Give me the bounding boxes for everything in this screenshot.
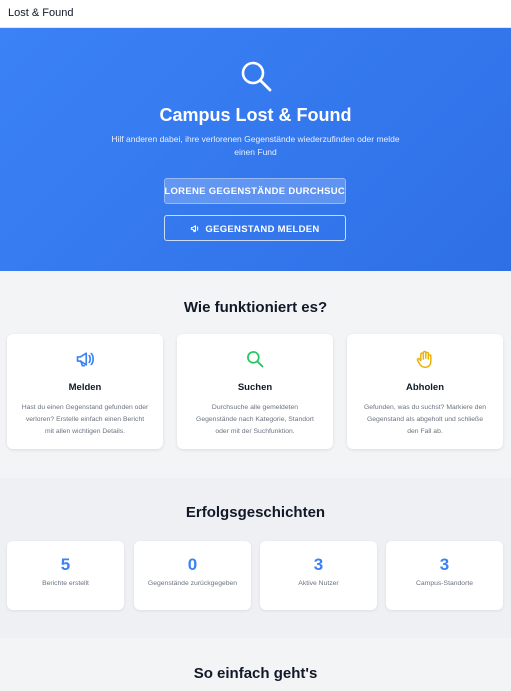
stat-card: 5 Berichte erstellt	[7, 541, 124, 610]
search-icon	[241, 61, 272, 92]
step-description: Gefunden, was du suchst? Markiere den Ge…	[363, 404, 487, 435]
stat-label: Gegenstände zurückgegeben	[147, 580, 238, 587]
hero-section: Campus Lost & Found Hilf anderen dabei, …	[0, 28, 511, 271]
step-card-pickup: Abholen Gefunden, was du suchst? Markier…	[347, 334, 503, 449]
step-card-search: Suchen Durchsuche alle gemeldeten Gegens…	[177, 334, 333, 449]
stat-value: 5	[60, 555, 71, 574]
search-icon	[247, 351, 264, 368]
report-item-button[interactable]: GEGENSTAND MELDEN	[164, 215, 346, 241]
app-brand[interactable]: Lost & Found	[8, 7, 73, 19]
stat-card: 3 Aktive Nutzer	[260, 541, 377, 610]
stat-value: 0	[187, 555, 198, 574]
step-card-report: Melden Hast du einen Gegenstand gefunden…	[7, 334, 163, 449]
top-bar: Lost & Found	[0, 0, 511, 28]
hero-subtitle: Hilf anderen dabei, ihre verlorenen Gege…	[111, 134, 400, 157]
how-it-works-title: Wie funktioniert es?	[183, 299, 328, 316]
success-title: Erfolgsgeschichten	[185, 504, 326, 521]
easy-title: So einfach geht's	[193, 665, 318, 682]
hand-icon	[416, 350, 432, 369]
hero-title: Campus Lost & Found	[159, 105, 352, 125]
report-item-label: GEGENSTAND MELDEN	[205, 224, 320, 235]
step-title: Abholen	[406, 382, 444, 393]
browse-lost-items-label: VERLORENE GEGENSTÄNDE DURCHSUCHEN	[164, 186, 346, 197]
megaphone-icon	[191, 225, 199, 233]
step-title: Melden	[68, 382, 102, 393]
stat-label: Campus-Standorte	[415, 580, 474, 587]
step-title: Suchen	[237, 382, 273, 393]
step-description: Hast du einen Gegenstand gefunden oder v…	[21, 404, 149, 435]
stat-card: 0 Gegenstände zurückgegeben	[134, 541, 251, 610]
browse-lost-items-button[interactable]: VERLORENE GEGENSTÄNDE DURCHSUCHEN	[164, 178, 346, 204]
stat-value: 3	[439, 555, 450, 574]
stat-card: 3 Campus-Standorte	[386, 541, 503, 610]
step-description: Durchsuche alle gemeldeten Gegenstände n…	[196, 404, 314, 435]
megaphone-icon	[76, 352, 94, 367]
stat-value: 3	[313, 555, 324, 574]
stat-label: Aktive Nutzer	[298, 580, 339, 587]
stat-label: Berichte erstellt	[42, 580, 89, 587]
